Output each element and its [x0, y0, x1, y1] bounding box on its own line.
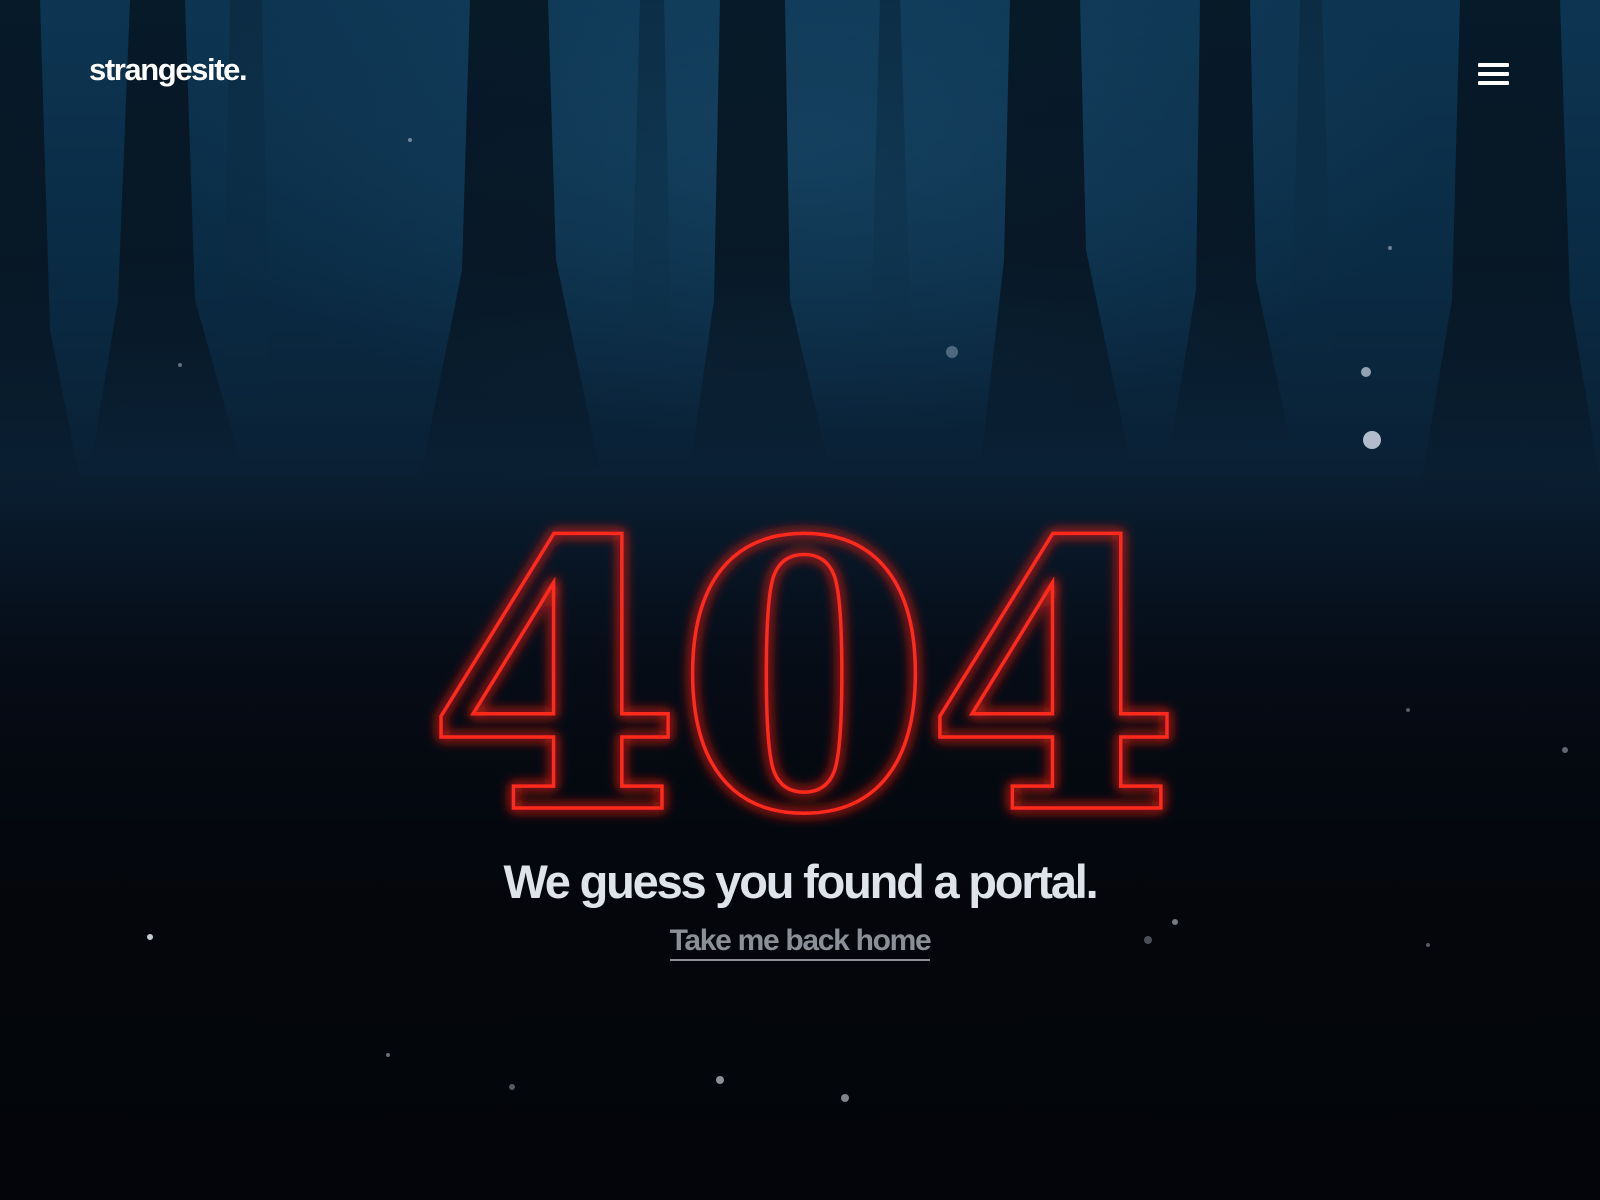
error-code-display: 404 [0, 460, 1600, 898]
menu-bar-top [1478, 62, 1509, 67]
hamburger-menu-icon[interactable] [1478, 62, 1512, 90]
home-link-container: Take me back home [0, 924, 1600, 961]
home-link[interactable]: Take me back home [669, 924, 932, 961]
error-page: strangesite. 404 We guess you found a po… [0, 0, 1600, 1200]
error-code-text: 404 [426, 462, 1174, 896]
page-headline: We guess you found a portal. [503, 855, 1099, 908]
menu-bar-bottom [1478, 80, 1509, 85]
site-logo[interactable]: strangesite. [89, 54, 248, 85]
menu-bar-middle [1478, 71, 1509, 76]
